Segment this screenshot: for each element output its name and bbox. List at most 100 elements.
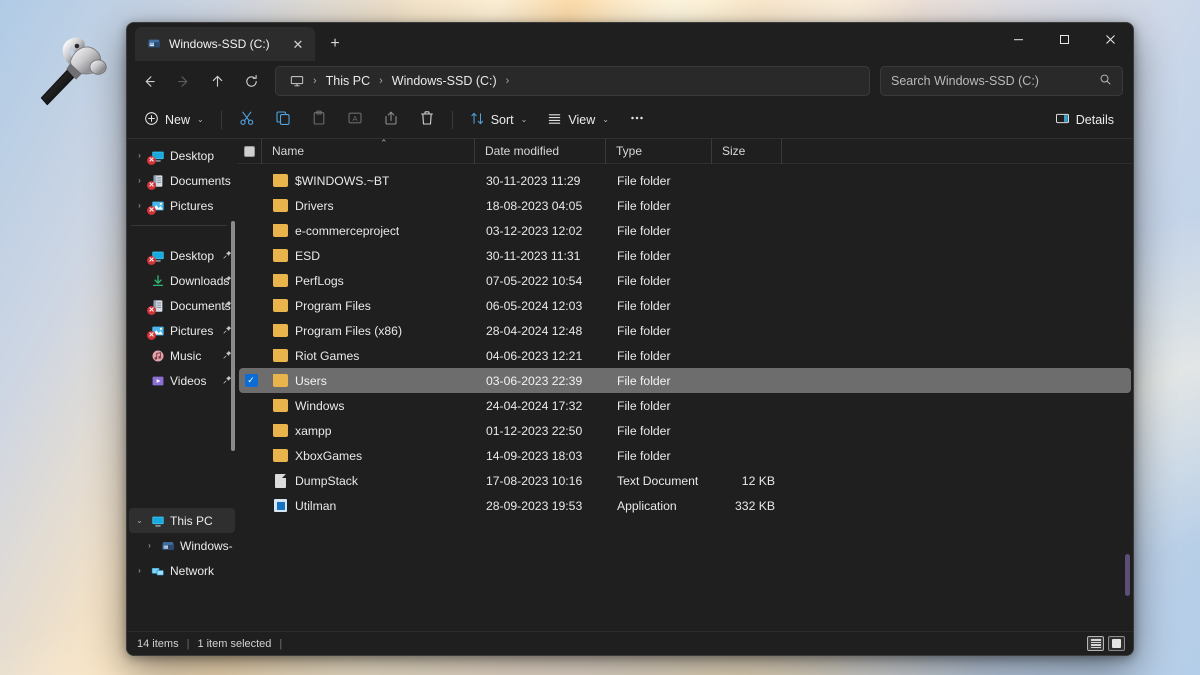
cut-button[interactable] — [230, 105, 264, 135]
sidebar-item-desktop-cloud[interactable]: › ✕ Desktop — [129, 143, 235, 168]
cell-date-modified: 03-06-2023 22:39 — [486, 373, 583, 388]
view-button[interactable]: View ⌄ — [538, 105, 618, 135]
overflow-menu-button[interactable] — [620, 105, 654, 135]
address-bar[interactable]: › This PC › Windows-SSD (C:) › — [275, 66, 870, 96]
sidebar-item-desktop[interactable]: ✕ Desktop — [129, 243, 235, 268]
cell-name-label: e-commerceproject — [295, 223, 400, 238]
file-list[interactable]: $WINDOWS.~BT 30-11-2023 11:29 File folder D… — [237, 164, 1133, 631]
cell-name: Utilman — [263, 499, 476, 513]
table-row[interactable]: DumpStack 17-08-2023 10:16 Text Document 12… — [239, 468, 1131, 493]
chevron-right-icon[interactable]: › — [133, 201, 146, 210]
clipboard-icon — [311, 110, 327, 129]
navigation-pane[interactable]: › ✕ Desktop › ✕ Documents › ✕ Pictures ✕… — [127, 139, 237, 631]
search-input[interactable]: Search Windows-SSD (C:) — [880, 66, 1123, 96]
column-header-name[interactable]: Name ⌃ — [261, 138, 474, 164]
large-icons-view-toggle[interactable] — [1108, 636, 1125, 651]
command-separator — [220, 110, 222, 129]
table-row[interactable]: Windows 24-04-2024 17:32 File folder — [239, 393, 1131, 418]
back-button[interactable] — [133, 66, 165, 96]
share-button[interactable] — [374, 105, 408, 135]
sidebar-item-documents-cloud[interactable]: › ✕ Documents — [129, 168, 235, 193]
copy-button[interactable] — [266, 105, 300, 135]
cell-type: File folder — [617, 248, 671, 263]
column-header-date-modified[interactable]: Date modified — [474, 138, 605, 164]
chevron-right-icon[interactable]: › — [133, 566, 146, 575]
column-header-type[interactable]: Type — [605, 138, 711, 164]
table-row[interactable]: e-commerceproject 03-12-2023 12:02 File fo… — [239, 218, 1131, 243]
breadcrumb-separator-trailing[interactable]: › — [505, 75, 511, 87]
details-pane-label: Details — [1075, 112, 1114, 127]
table-row[interactable]: Drivers 18-08-2023 04:05 File folder — [239, 193, 1131, 218]
delete-button[interactable] — [410, 105, 444, 135]
table-row[interactable]: Riot Games 04-06-2023 12:21 File folder — [239, 343, 1131, 368]
cell-date-modified: 04-06-2023 12:21 — [486, 348, 583, 363]
sidebar-scrollbar[interactable] — [231, 221, 235, 451]
folder-icon — [273, 348, 288, 362]
sidebar-item-label: Documents — [170, 298, 231, 313]
table-row[interactable]: XboxGames 14-09-2023 18:03 File folder — [239, 443, 1131, 468]
chevron-down-icon[interactable]: ⌄ — [133, 516, 146, 525]
refresh-button[interactable] — [235, 66, 267, 96]
search-icon — [1099, 73, 1112, 89]
sidebar-item-downloads[interactable]: Downloads — [129, 268, 235, 293]
close-window-button[interactable] — [1087, 23, 1133, 55]
up-button[interactable] — [201, 66, 233, 96]
table-row[interactable]: Program Files (x86) 28-04-2024 12:48 File … — [239, 318, 1131, 343]
breadcrumb-this-pc-icon[interactable] — [284, 71, 310, 92]
row-checkbox[interactable]: ✓ — [239, 374, 263, 387]
cell-type: File folder — [617, 398, 671, 413]
breadcrumb-windows-ssd[interactable]: Windows-SSD (C:) — [386, 71, 503, 91]
table-row[interactable]: ESD 30-11-2023 11:31 File folder — [239, 243, 1131, 268]
application-icon — [274, 499, 287, 512]
sidebar-item-pictures[interactable]: ✕ Pictures — [129, 318, 235, 343]
breadcrumb-this-pc[interactable]: This PC — [320, 71, 376, 91]
cell-date-modified: 14-09-2023 18:03 — [486, 448, 583, 463]
forward-button[interactable] — [167, 66, 199, 96]
sidebar-item-pictures-cloud[interactable]: › ✕ Pictures — [129, 193, 235, 218]
sidebar-item-network[interactable]: › Network — [129, 558, 235, 583]
table-row[interactable]: Program Files 06-05-2024 12:03 File folder — [239, 293, 1131, 318]
cell-name: Users — [263, 373, 476, 388]
select-all-checkbox[interactable] — [237, 139, 261, 164]
table-row[interactable]: PerfLogs 07-05-2022 10:54 File folder — [239, 268, 1131, 293]
rename-button[interactable]: A — [338, 105, 372, 135]
cell-name: Program Files — [263, 298, 476, 313]
paste-button[interactable] — [302, 105, 336, 135]
file-list-scrollbar[interactable] — [1125, 554, 1130, 596]
column-header-name-label: Name — [272, 144, 305, 158]
table-row[interactable]: $WINDOWS.~BT 30-11-2023 11:29 File folder — [239, 168, 1131, 193]
close-tab-button[interactable]: ✕ — [287, 33, 309, 55]
sort-button[interactable]: Sort ⌄ — [461, 105, 537, 135]
sidebar-item-videos[interactable]: Videos — [129, 368, 235, 393]
cell-name: xampp — [263, 423, 476, 438]
folder-icon — [273, 273, 288, 287]
table-row[interactable]: Utilman 28-09-2023 19:53 Application 332 KB — [239, 493, 1131, 518]
table-row[interactable]: ✓ Users 03-06-2023 22:39 File folder — [239, 368, 1131, 393]
status-bar: 14 items | 1 item selected | — [127, 631, 1133, 655]
tab-windows-ssd[interactable]: Windows-SSD (C:) ✕ — [135, 27, 315, 61]
new-tab-button[interactable]: + — [321, 30, 349, 58]
minimize-button[interactable] — [995, 23, 1041, 55]
cell-name: XboxGames — [263, 448, 476, 463]
table-row[interactable]: xampp 01-12-2023 22:50 File folder — [239, 418, 1131, 443]
folder-icon — [273, 248, 288, 262]
sidebar-item-this-pc[interactable]: ⌄ This PC — [129, 508, 235, 533]
chevron-right-icon[interactable]: › — [143, 541, 156, 550]
sidebar-item-music[interactable]: Music — [129, 343, 235, 368]
sidebar-item-documents[interactable]: ✕ Documents — [129, 293, 235, 318]
chevron-right-icon[interactable]: › — [133, 151, 146, 160]
column-header-size[interactable]: Size — [711, 138, 781, 164]
details-view-toggle[interactable] — [1087, 636, 1104, 651]
maximize-button[interactable] — [1041, 23, 1087, 55]
folder-icon — [273, 223, 288, 237]
cell-date-modified: 28-09-2023 19:53 — [486, 498, 583, 513]
sidebar-item-windows-ssd[interactable]: › Windows-SSD (C:) — [129, 533, 235, 558]
window-controls — [995, 23, 1133, 55]
cell-name-label: XboxGames — [295, 448, 363, 463]
details-pane-button[interactable]: Details — [1046, 105, 1123, 135]
cell-name-label: DumpStack — [295, 473, 358, 488]
chevron-right-icon[interactable]: › — [133, 176, 146, 185]
details-pane-icon — [1055, 111, 1070, 129]
new-button[interactable]: New ⌄ — [135, 105, 213, 135]
